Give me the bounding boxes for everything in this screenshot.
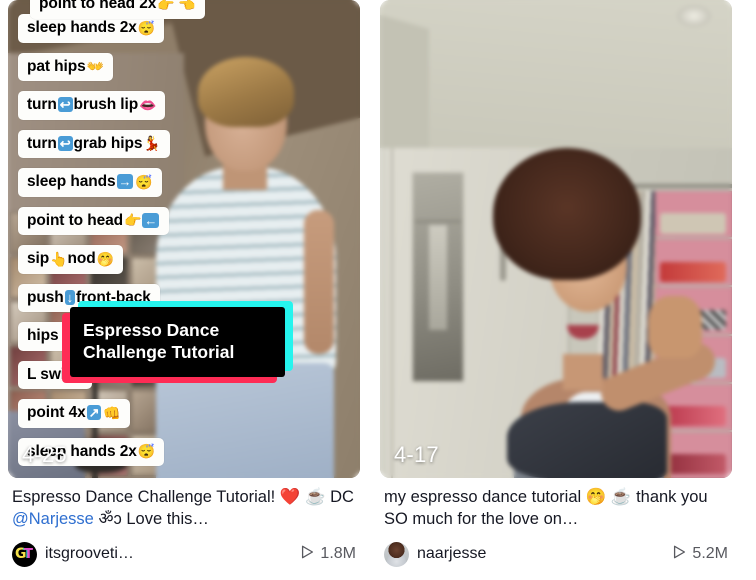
date-badge-left: 4-25 (22, 442, 67, 467)
video-footer-left: itsgrooveti… 1.8M (12, 541, 358, 567)
person-hand (647, 296, 702, 359)
sleeping-face-icon: 😴 (137, 19, 156, 36)
author-handle-left[interactable]: itsgrooveti… (45, 546, 293, 562)
author-handle-right[interactable]: naarjesse (417, 546, 665, 562)
title-card-line-1: Espresso Dance (83, 320, 220, 340)
ceiling-light (676, 4, 711, 27)
left-arrow-icon: ← (142, 212, 160, 228)
play-count-value-right: 5.2M (692, 545, 728, 563)
video-results-grid: point to head 2x 👉 👈 sleep hands 2x 😴 pat … (0, 0, 756, 580)
heart-emoji-icon: ❤️ (279, 488, 301, 506)
lips-icon: 👄 (139, 96, 157, 113)
video-thumbnail-left[interactable]: point to head 2x 👉 👈 sleep hands 2x 😴 pat … (8, 0, 360, 478)
video-meta-right: my espresso dance tutorial 🤭 ☕ thank you… (380, 478, 732, 567)
caption-tail: ॐɔ Love this… (98, 509, 209, 528)
right-arrow-icon: → (116, 174, 134, 190)
play-count-left: 1.8M (301, 545, 358, 564)
video-title-card: Espresso Dance Challenge Tutorial (62, 301, 293, 383)
down-arrow-icon: ↓ (64, 289, 76, 305)
play-icon (301, 545, 314, 564)
sticker-step-3: turn ↩ brush lip 👄 (18, 91, 166, 120)
pointing-up-icon: 👆 (50, 250, 68, 267)
person-arm (303, 210, 334, 354)
thumbnail-photo-right (380, 0, 732, 478)
caption-dc-label: DC (330, 488, 354, 506)
date-badge-right: 4-17 (394, 442, 439, 467)
caption-mention[interactable]: @Narjesse (12, 510, 94, 528)
door-seam (390, 148, 393, 478)
video-thumbnail-right[interactable]: 4-17 (380, 0, 732, 478)
sleeping-face-icon: 😴 (135, 173, 153, 190)
video-caption-left: Espresso Dance Challenge Tutorial! ❤️ ☕ … (12, 487, 358, 531)
shushing-face-icon: 🤭 (96, 250, 114, 267)
mirror-cloth (429, 224, 447, 330)
sticker-step-11: point 4x ↗ 👊 (18, 399, 130, 428)
video-meta-left: Espresso Dance Challenge Tutorial! ❤️ ☕ … (8, 478, 360, 567)
pointing-right-icon: 👉 (124, 212, 142, 229)
sticker-step-2: pat hips 👐 (18, 52, 113, 81)
sticker-step-4: turn ↩ grab hips 💃 (18, 129, 170, 158)
avatar-itsgrooveti[interactable] (12, 541, 37, 567)
play-icon (673, 545, 686, 564)
caption-line-1: Espresso Dance Challenge Tutorial! (12, 488, 276, 506)
play-count-value-left: 1.8M (320, 545, 356, 563)
caption-line-1: my espresso dance tutorial (384, 488, 582, 506)
title-card-text: Espresso Dance Challenge Tutorial (70, 307, 285, 377)
coffee-emoji-icon: ☕ (610, 488, 632, 506)
video-footer-right: naarjesse 5.2M (384, 541, 730, 567)
fist-icon: 👊 (103, 404, 121, 421)
video-caption-right: my espresso dance tutorial 🤭 ☕ thank you… (384, 487, 730, 531)
person-neck (563, 353, 604, 390)
play-count-right: 5.2M (673, 545, 730, 564)
turn-arrow-icon: ↩ (57, 97, 73, 113)
title-card-line-2: Challenge Tutorial (83, 342, 235, 363)
sticker-step-7: sip 👆 nod 🤭 (18, 245, 123, 274)
person-curly-hair (492, 148, 641, 281)
person-bag (506, 401, 667, 478)
coffee-emoji-icon: ☕ (304, 488, 326, 506)
dance-step-stickers: point to head 2x 👉 👈 sleep hands 2x 😴 pat … (18, 0, 308, 476)
turn-arrow-icon: ↩ (57, 135, 73, 151)
sticker-step-0: point to head 2x 👉 👈 (30, 0, 205, 19)
dancer-icon: 💃 (143, 135, 161, 152)
sticker-step-5: sleep hands → 😴 (18, 168, 162, 197)
diagonal-arrow-icon: ↗ (86, 405, 102, 421)
shushing-face-emoji-icon: 🤭 (585, 488, 607, 506)
open-hands-icon: 👐 (86, 58, 104, 75)
avatar-naarjesse[interactable] (384, 541, 409, 567)
sticker-step-6: point to head 👉 ← (18, 206, 170, 235)
video-card-left[interactable]: point to head 2x 👉 👈 sleep hands 2x 😴 pat … (8, 0, 360, 580)
video-card-right[interactable]: 4-17 my espresso dance tutorial 🤭 ☕ than… (380, 0, 732, 580)
pointing-hands-icon: 👉 👈 (157, 0, 196, 12)
sleeping-face-icon: 😴 (137, 443, 156, 460)
mirror-rail (415, 219, 461, 223)
